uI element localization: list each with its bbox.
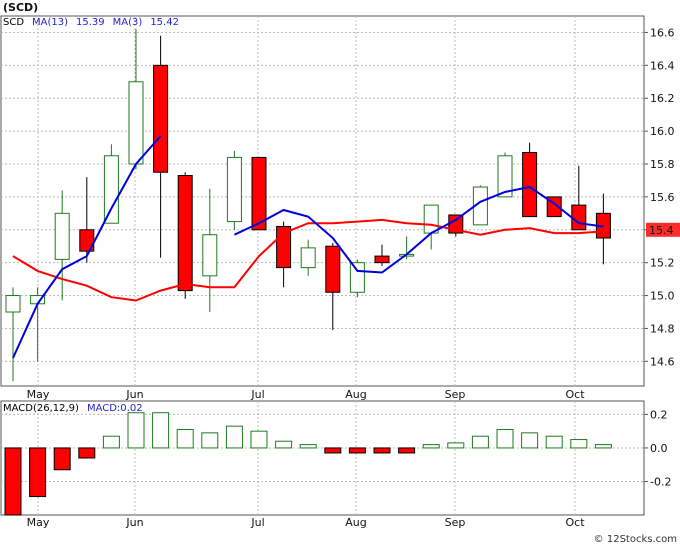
candle-body: [423, 204, 439, 234]
candle-body: [128, 81, 144, 165]
macd-bar: [29, 447, 47, 498]
candle-body: [153, 64, 169, 173]
macd-bar: [545, 435, 563, 449]
macd-bar: [225, 425, 243, 449]
macd-x-tick-label: Aug: [345, 516, 366, 529]
macd-bar: [447, 442, 465, 449]
macd-bar: [176, 429, 194, 449]
macd-bar: [324, 447, 342, 454]
macd-x-tick-label: Jul: [250, 516, 264, 529]
candle-body: [300, 247, 316, 269]
last-price-label: 15.4: [649, 224, 674, 237]
price-x-tick-label: May: [27, 388, 50, 401]
macd-bar: [594, 444, 612, 449]
macd-bar: [398, 447, 416, 454]
price-x-tick-label: Sep: [445, 388, 466, 401]
macd-bar: [152, 412, 170, 449]
macd-x-tick-label: Oct: [565, 516, 585, 529]
macd-bar: [4, 447, 22, 516]
footer-copyright: © 12Stocks.com: [594, 534, 677, 545]
price-y-tick-label: 14.6: [650, 355, 675, 368]
macd-bar: [422, 444, 440, 449]
candle-body: [177, 175, 193, 292]
macd-bar: [53, 447, 71, 471]
candle-body: [349, 262, 365, 293]
price-x-tick-label: Oct: [565, 388, 585, 401]
price-legend-item: MA(3): [113, 17, 143, 28]
macd-y-tick-label: -0.2: [650, 475, 671, 488]
candle-body: [5, 295, 21, 313]
candle-body: [202, 234, 218, 277]
macd-legend-item: MACD(26,12,9): [3, 403, 79, 414]
macd-bar: [275, 440, 293, 449]
macd-x-tick-label: Sep: [445, 516, 466, 529]
macd-x-tick-label: Jun: [125, 516, 143, 529]
candle-body: [374, 255, 390, 264]
macd-bar: [127, 412, 145, 449]
macd-bar: [78, 447, 96, 459]
price-y-tick-label: 15.2: [650, 257, 675, 270]
macd-bar: [299, 444, 317, 449]
macd-bar: [102, 435, 120, 449]
macd-bar: [373, 447, 391, 454]
price-legend-item: MA(13): [32, 17, 68, 28]
macd-bar: [471, 435, 489, 449]
macd-y-tick-label: 0.0: [650, 442, 668, 455]
price-y-tick-label: 16.4: [650, 59, 675, 72]
price-y-tick-label: 14.8: [650, 322, 675, 335]
price-legend-item: 15.39: [76, 17, 105, 28]
chart-title: (SCD): [3, 1, 38, 14]
macd-bar: [570, 439, 588, 449]
macd-bar: [521, 432, 539, 449]
price-legend-item: SCD: [3, 17, 24, 28]
macd-bar: [201, 432, 219, 449]
price-x-tick-label: Aug: [345, 388, 366, 401]
candle-body: [571, 204, 587, 231]
macd-x-tick-label: May: [27, 516, 50, 529]
price-legend-item: 15.42: [150, 17, 179, 28]
macd-legend-item: MACD:0.02: [87, 403, 143, 414]
candle-body: [103, 155, 119, 224]
stock-chart: May May Jun Jun Jul Jul Aug Aug Sep Sep Oct Oct 14.6…: [0, 0, 680, 546]
price-y-tick-label: 15.6: [650, 191, 675, 204]
candle-body: [522, 151, 538, 218]
price-x-tick-label: Jun: [125, 388, 143, 401]
macd-panel: [0, 400, 645, 516]
price-y-tick-label: 16.6: [650, 26, 675, 39]
price-y-tick-label: 16.2: [650, 92, 675, 105]
price-y-tick-label: 15.8: [650, 158, 675, 171]
candle-body: [325, 245, 341, 293]
macd-legend: MACD(26,12,9) MACD:0.02: [3, 403, 143, 414]
price-x-tick-label: Jul: [250, 388, 264, 401]
candle-body: [251, 156, 267, 231]
macd-y-tick-label: 0.2: [650, 408, 668, 421]
candle-body: [54, 212, 70, 260]
price-y-tick-label: 16.0: [650, 125, 675, 138]
macd-bar: [348, 447, 366, 454]
macd-bar: [496, 429, 514, 449]
price-y-tick-label: 15.0: [650, 290, 675, 303]
macd-bar: [250, 430, 268, 449]
candle-body: [226, 156, 242, 223]
